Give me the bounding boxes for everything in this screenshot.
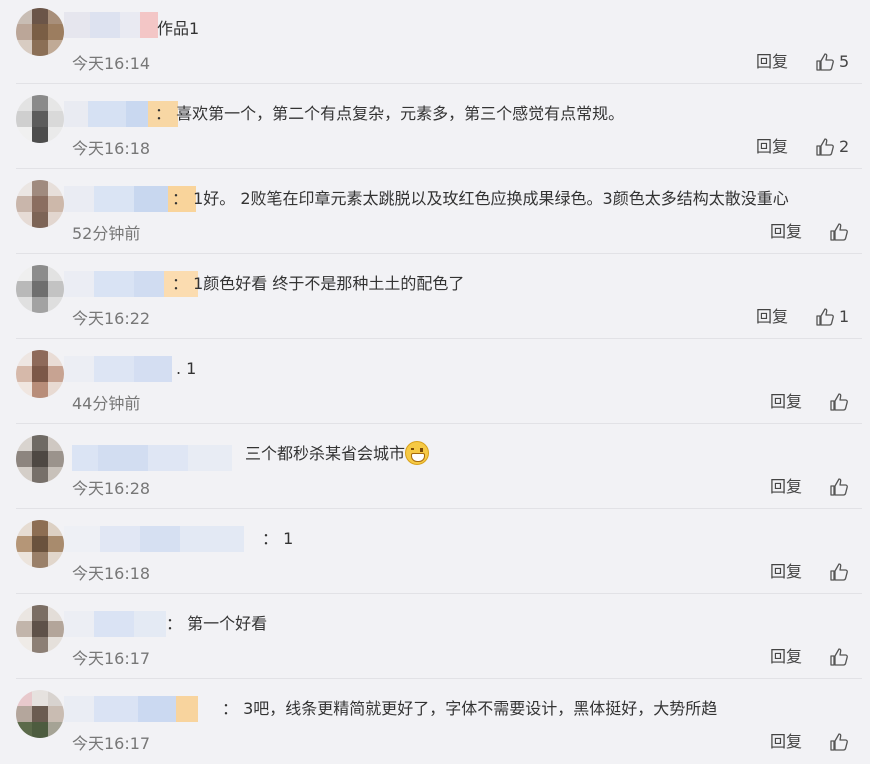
username-blurred[interactable] — [64, 356, 172, 382]
comment-text: ： 1好。 2败笔在印章元素太跳脱以及玫红色应换成果绿色。3颜色太多结构太散没重… — [172, 189, 789, 208]
username-blurred[interactable] — [64, 611, 166, 637]
like-button[interactable] — [829, 562, 853, 582]
reply-button[interactable]: 回复 — [770, 392, 802, 412]
comment-time: 今天16:14 — [72, 54, 151, 73]
comment-text: . 1 — [176, 359, 197, 378]
username-blurred[interactable] — [64, 12, 158, 38]
comment-time: 今天16:18 — [72, 139, 151, 158]
comment-time: 今天16:22 — [72, 309, 151, 328]
like-button[interactable]: 2 — [815, 137, 849, 157]
avatar[interactable] — [16, 605, 64, 653]
comment-time: 今天16:17 — [72, 734, 151, 753]
like-button[interactable] — [829, 732, 853, 752]
avatar[interactable] — [16, 690, 64, 738]
avatar[interactable] — [16, 265, 64, 313]
username-blurred[interactable] — [64, 696, 198, 722]
thumbs-up-icon — [816, 53, 834, 71]
like-button[interactable] — [829, 477, 853, 497]
comment-list: 作品1 今天16:14 回复 5 ： 喜欢第一个，第二个有点复杂，元素多，第三个… — [0, 0, 870, 758]
like-button[interactable]: 1 — [815, 307, 849, 327]
comment-text: ： 1颜色好看 终于不是那种土土的配色了 — [172, 274, 465, 293]
reply-button[interactable]: 回复 — [756, 307, 788, 327]
username-blurred[interactable] — [64, 526, 244, 552]
avatar[interactable] — [16, 520, 64, 568]
comment-time: 今天16:18 — [72, 564, 151, 583]
comment-item: ： 3吧，线条更精简就更好了，字体不需要设计，黑体挺好，大势所趋 今天16:17… — [0, 680, 870, 764]
avatar[interactable] — [16, 8, 64, 56]
comment-text: 作品1 — [157, 19, 200, 38]
comment-item: ： 1好。 2败笔在印章元素太跳脱以及玫红色应换成果绿色。3颜色太多结构太散没重… — [0, 170, 870, 254]
comment-text: ： 喜欢第一个，第二个有点复杂，元素多，第三个感觉有点常规。 — [155, 104, 625, 123]
like-count: 1 — [839, 307, 850, 326]
thumbs-up-icon — [830, 563, 848, 581]
thumbs-up-icon — [816, 138, 834, 156]
grinning-emoji-icon — [405, 440, 430, 465]
comment-text: ： 3吧，线条更精简就更好了，字体不需要设计，黑体挺好，大势所趋 — [222, 699, 718, 718]
comment-text: 三个都秒杀某省会城市 — [245, 440, 430, 467]
comment-item: ： 1颜色好看 终于不是那种土土的配色了 今天16:22 回复 1 — [0, 255, 870, 339]
thumbs-up-icon — [816, 308, 834, 326]
reply-button[interactable]: 回复 — [770, 222, 802, 242]
like-count: 5 — [839, 52, 850, 71]
reply-button[interactable]: 回复 — [770, 562, 802, 582]
comment-item: ： 第一个好看 今天16:17 回复 — [0, 595, 870, 679]
avatar[interactable] — [16, 95, 64, 143]
comment-item: ： 1 今天16:18 回复 — [0, 510, 870, 594]
comment-time: 44分钟前 — [72, 394, 141, 413]
comment-time: 今天16:17 — [72, 649, 151, 668]
thumbs-up-icon — [830, 393, 848, 411]
comment-time: 今天16:28 — [72, 479, 151, 498]
reply-button[interactable]: 回复 — [756, 137, 788, 157]
thumbs-up-icon — [830, 733, 848, 751]
thumbs-up-icon — [830, 648, 848, 666]
reply-button[interactable]: 回复 — [770, 732, 802, 752]
reply-button[interactable]: 回复 — [756, 52, 788, 72]
comment-item: . 1 44分钟前 回复 — [0, 340, 870, 424]
comment-text: ： 第一个好看 — [166, 614, 268, 633]
like-button[interactable]: 5 — [815, 52, 849, 72]
avatar[interactable] — [16, 180, 64, 228]
username-blurred[interactable] — [72, 445, 232, 471]
comment-text-body: 三个都秒杀某省会城市 — [245, 444, 406, 463]
comment-item: ： 喜欢第一个，第二个有点复杂，元素多，第三个感觉有点常规。 今天16:18 回… — [0, 85, 870, 169]
avatar[interactable] — [16, 435, 64, 483]
avatar[interactable] — [16, 350, 64, 398]
comment-time: 52分钟前 — [72, 224, 141, 243]
comment-text: ： 1 — [262, 529, 294, 548]
thumbs-up-icon — [830, 223, 848, 241]
reply-button[interactable]: 回复 — [770, 477, 802, 497]
like-button[interactable] — [829, 222, 853, 242]
comment-item: 作品1 今天16:14 回复 5 — [0, 0, 870, 84]
thumbs-up-icon — [830, 478, 848, 496]
reply-button[interactable]: 回复 — [770, 647, 802, 667]
like-button[interactable] — [829, 392, 853, 412]
like-count: 2 — [839, 137, 850, 156]
comment-item: 三个都秒杀某省会城市 今天16:28 回复 — [0, 425, 870, 509]
like-button[interactable] — [829, 647, 853, 667]
